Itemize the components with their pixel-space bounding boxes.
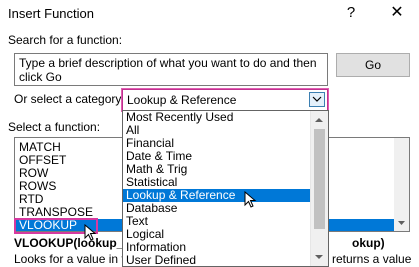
mouse-pointer-icon: [244, 191, 257, 208]
category-value: Lookup & Reference: [127, 93, 237, 107]
category-option[interactable]: Most Recently Used: [126, 111, 233, 124]
select-function-label: Select a function:: [8, 120, 101, 134]
chevron-down-icon: [312, 96, 322, 102]
function-signature-end: okup): [352, 236, 385, 250]
category-select[interactable]: Lookup & Reference: [121, 88, 329, 112]
function-signature: VLOOKUP(lookup_va: [14, 236, 137, 250]
function-description: Looks for a value in t: [14, 252, 125, 266]
search-input[interactable]: Type a brief description of what you wan…: [14, 53, 328, 86]
scroll-up-icon[interactable]: [311, 113, 328, 127]
go-button[interactable]: Go: [336, 53, 410, 77]
scroll-down-icon[interactable]: [311, 250, 328, 264]
scroll-down-icon[interactable]: [394, 217, 409, 229]
title-bar: Insert Function ? ✕: [0, 0, 419, 28]
help-button[interactable]: ?: [340, 2, 362, 24]
dropdown-scroll-thumb[interactable]: [314, 129, 325, 229]
category-option[interactable]: User Defined: [126, 254, 196, 267]
dropdown-button[interactable]: [309, 92, 325, 107]
function-list-scrollbar[interactable]: [394, 138, 409, 231]
dropdown-scrollbar[interactable]: [310, 111, 328, 266]
close-button[interactable]: ✕: [386, 2, 408, 24]
function-description-end: returns a value: [332, 252, 412, 266]
signature-start: VLOOKUP(lookup_va: [14, 236, 137, 250]
search-label: Search for a function:: [8, 33, 123, 47]
category-label: Or select a category:: [14, 92, 125, 106]
category-dropdown-list[interactable]: Most Recently Used All Financial Date & …: [122, 110, 329, 267]
dialog-title: Insert Function: [8, 6, 94, 21]
